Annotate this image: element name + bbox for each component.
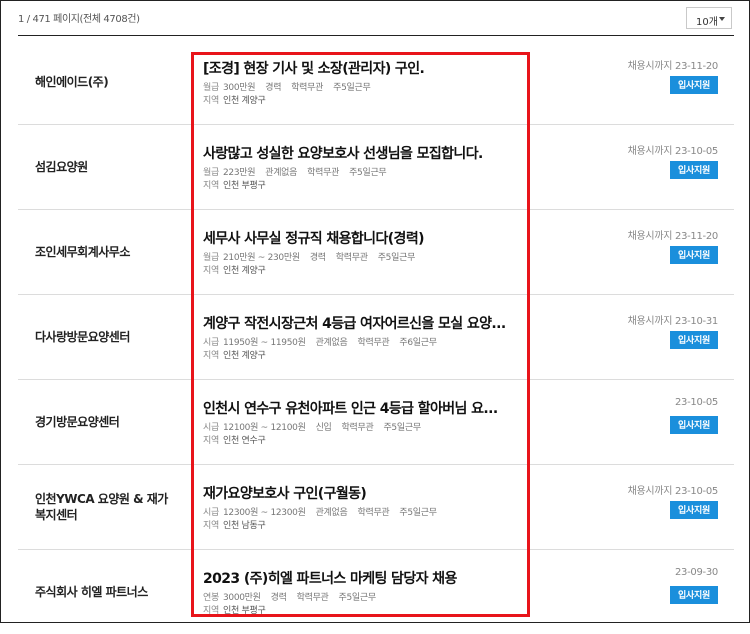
- deadline: 23-10-05: [675, 397, 718, 408]
- apply-button[interactable]: 입사지원: [670, 586, 718, 604]
- apply-button[interactable]: 입사지원: [670, 416, 718, 434]
- company-name[interactable]: 섬김요양원: [35, 125, 170, 209]
- apply-button[interactable]: 입사지원: [670, 76, 718, 94]
- list-header: 1 / 471 페이지(전체 4708건) 10개: [18, 0, 734, 36]
- apply-button[interactable]: 입사지원: [670, 246, 718, 264]
- chevron-down-icon: [719, 17, 725, 21]
- company-name[interactable]: 경기방문요양센터: [35, 380, 170, 464]
- deadline: 23-09-30: [675, 567, 718, 578]
- deadline: 채용시까지 23-11-20: [627, 231, 719, 242]
- deadline: 채용시까지 23-10-05: [627, 146, 719, 157]
- apply-button[interactable]: 입사지원: [670, 161, 718, 179]
- apply-button[interactable]: 입사지원: [670, 501, 718, 519]
- page-count-text: 1 / 471 페이지(전체 4708건): [18, 14, 140, 25]
- deadline: 채용시까지 23-10-05: [627, 486, 719, 497]
- per-page-value: 10개: [696, 17, 718, 28]
- company-name[interactable]: 다사랑방문요양센터: [35, 295, 170, 379]
- company-name[interactable]: 조인세무회계사무소: [35, 210, 170, 294]
- apply-button[interactable]: 입사지원: [670, 331, 718, 349]
- company-name[interactable]: 주식회사 히엘 파트너스: [35, 550, 170, 634]
- highlight-box: [191, 52, 530, 617]
- per-page-select[interactable]: 10개: [686, 7, 732, 29]
- deadline: 채용시까지 23-10-31: [627, 316, 719, 327]
- company-name[interactable]: 해인에이드(주): [35, 40, 170, 124]
- company-name[interactable]: 인천YWCA 요양원 & 재가복지센터: [35, 465, 170, 549]
- deadline: 채용시까지 23-11-20: [627, 61, 719, 72]
